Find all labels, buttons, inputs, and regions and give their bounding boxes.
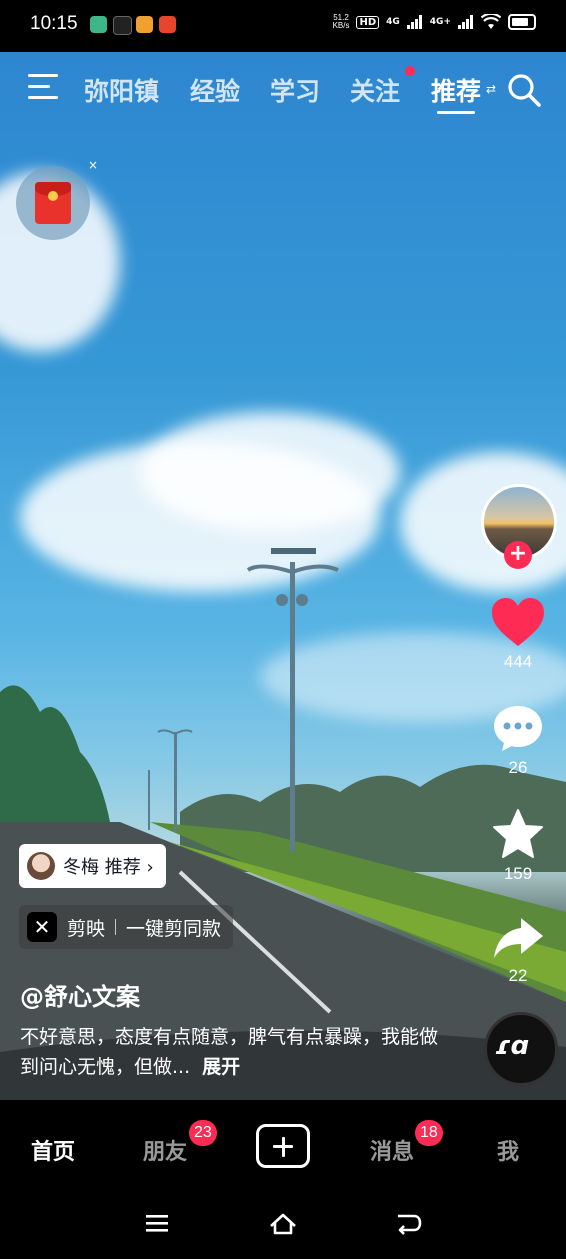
recommender-label: 冬梅 推荐 › — [63, 857, 154, 878]
signal-icon: 4G — [386, 17, 400, 27]
bottom-nav: 首页 朋友 23 消息 18 我 — [0, 1100, 566, 1196]
comment-icon — [494, 706, 542, 751]
tab-recommended[interactable]: 推荐 — [431, 72, 481, 108]
comment-button[interactable] — [490, 703, 546, 757]
home-icon[interactable] — [268, 1212, 298, 1236]
app-notification-icon — [159, 16, 176, 33]
tab-learning[interactable]: 学习 — [270, 72, 320, 108]
menu-icon[interactable] — [28, 74, 58, 100]
back-icon[interactable] — [394, 1212, 422, 1236]
wifi-icon — [481, 14, 501, 29]
music-disc[interactable]: ɾɑ — [484, 1012, 558, 1086]
recommender-avatar — [27, 852, 55, 880]
recommended-by-chip[interactable]: 冬梅 推荐 › — [19, 844, 166, 888]
close-icon[interactable]: × — [88, 158, 98, 172]
battery-icon — [508, 14, 536, 30]
app-notification-icon — [113, 16, 132, 35]
top-nav: 弥阳镇 经验 学习 关注 推荐 ⇄ — [0, 52, 566, 124]
tab-following[interactable]: 关注 — [350, 72, 400, 108]
red-envelope-icon — [35, 182, 71, 224]
capcut-action: 一键剪同款 — [126, 917, 222, 940]
friends-badge: 23 — [189, 1120, 217, 1146]
system-nav-bar — [0, 1196, 566, 1259]
comment-count: 26 — [508, 758, 528, 777]
nav-friends[interactable]: 朋友 — [143, 1134, 187, 1166]
messages-badge: 18 — [415, 1120, 443, 1146]
like-button[interactable] — [490, 596, 546, 652]
active-tab-indicator — [437, 111, 475, 114]
signal-icon: 4G+ — [429, 17, 451, 27]
create-button[interactable] — [256, 1124, 310, 1168]
status-time: 10:15 — [30, 13, 78, 34]
status-bar: 10:15 51.2 KB/s HD 4G 4G+ — [0, 0, 566, 52]
divider — [115, 919, 117, 935]
capcut-template-link[interactable]: ✕ 剪映 一键剪同款 — [19, 905, 234, 949]
author-name[interactable]: @舒心文案 — [20, 977, 140, 1012]
red-packet-widget[interactable] — [16, 166, 90, 240]
capcut-logo-icon: ✕ — [27, 912, 57, 942]
like-count: 444 — [503, 652, 533, 671]
tab-location[interactable]: 弥阳镇 — [84, 72, 159, 108]
favorite-count: 159 — [503, 864, 533, 883]
share-icon — [494, 918, 543, 958]
hd-voice-icon: HD — [356, 15, 380, 29]
follow-button[interactable]: + — [504, 541, 532, 569]
favorite-button[interactable] — [490, 808, 546, 864]
nav-home[interactable]: 首页 — [31, 1134, 75, 1166]
switch-feed-icon[interactable]: ⇄ — [486, 82, 496, 96]
search-icon[interactable] — [506, 72, 542, 108]
nav-messages[interactable]: 消息 — [370, 1134, 414, 1166]
tab-experience[interactable]: 经验 — [190, 72, 240, 108]
signal-bars-icon — [458, 15, 473, 29]
net-speed: 51.2 KB/s — [332, 13, 350, 30]
signal-bars-icon — [406, 15, 422, 29]
recent-apps-icon[interactable] — [144, 1212, 170, 1234]
expand-caption-button[interactable]: 展开 — [202, 1056, 240, 1078]
music-disc-label: ɾɑ — [495, 1031, 530, 1061]
share-button[interactable] — [490, 914, 546, 966]
nav-me[interactable]: 我 — [497, 1134, 519, 1166]
heart-icon — [492, 598, 544, 646]
video-caption: 不好意思，态度有点随意，脾气有点暴躁，我能做到问心无愧，但做... 展开 — [20, 1022, 440, 1082]
new-content-dot — [405, 66, 415, 76]
share-count: 22 — [508, 966, 528, 985]
app-notification-icon — [136, 16, 153, 33]
capcut-app-name: 剪映 — [67, 917, 106, 940]
app-notification-icon — [90, 16, 107, 33]
status-indicators: 51.2 KB/s HD 4G 4G+ — [333, 14, 536, 30]
star-icon — [493, 809, 543, 858]
